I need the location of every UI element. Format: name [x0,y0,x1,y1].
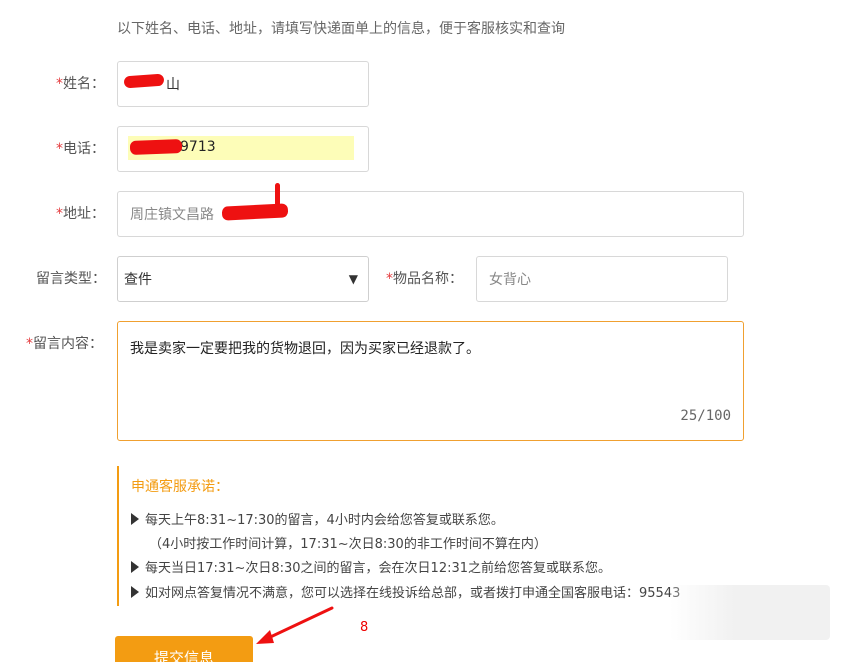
promise-item-note: （4小时按工作时间计算，17:31~次日8:30的非工作时间不算在内） [149,537,547,552]
triangle-bullet-icon [131,512,139,525]
phone-value: 9713 [180,139,216,155]
name-label: *姓名： [56,76,105,92]
submit-button[interactable]: 提交信息 [115,636,253,662]
promise-item: 如对网点答复情况不满意，您可以选择在线投诉给总部，或者拨打申通全国客服电话：95… [131,582,680,601]
message-content-label: *留言内容： [26,336,103,352]
triangle-bullet-icon [131,585,139,598]
name-value: 山 [166,77,180,93]
feedback-form-page: 以下姓名、电话、地址，请填写快递面单上的信息，便于客服核实和查询 *姓名： 山 … [0,0,857,662]
required-mark: * [56,76,63,92]
item-name-label: *物品名称： [386,271,463,287]
message-type-select[interactable]: 查件 ▼ [117,256,369,302]
annotation-number: 8 [360,620,369,635]
redaction-mark [129,139,183,155]
item-name-input[interactable]: 女背心 [476,256,728,302]
message-type-value: 查件 [124,272,152,288]
service-promise-box: 申通客服承诺： 每天上午8:31~17:30的留言，4小时内会给您答复或联系您。… [117,466,759,606]
promise-item: 每天上午8:31~17:30的留言，4小时内会给您答复或联系您。 [131,509,504,528]
message-content-value: 我是卖家一定要把我的货物退回，因为买家已经退款了。 [130,341,480,357]
promise-title: 申通客服承诺： [131,479,229,495]
address-input[interactable]: 周庄镇文昌路 [117,191,744,237]
blur-overlay [670,585,830,640]
message-content-textarea[interactable]: 我是卖家一定要把我的货物退回，因为买家已经退款了。 25/100 [117,321,744,441]
phone-label: *电话： [56,141,105,157]
char-counter: 25/100 [680,408,731,424]
triangle-bullet-icon [131,560,139,573]
intro-text: 以下姓名、电话、地址，请填写快递面单上的信息，便于客服核实和查询 [117,21,565,37]
chevron-down-icon: ▼ [348,272,358,286]
message-type-label: 留言类型： [36,271,106,287]
address-label: *地址： [56,206,105,222]
redaction-mark [275,183,280,209]
promise-item: 每天当日17:31~次日8:30之间的留言，会在次日12:31之前给您答复或联系… [131,557,611,576]
address-value: 周庄镇文昌路 [130,207,214,223]
red-arrow-annotation-icon [256,606,334,644]
item-name-value: 女背心 [489,272,531,288]
